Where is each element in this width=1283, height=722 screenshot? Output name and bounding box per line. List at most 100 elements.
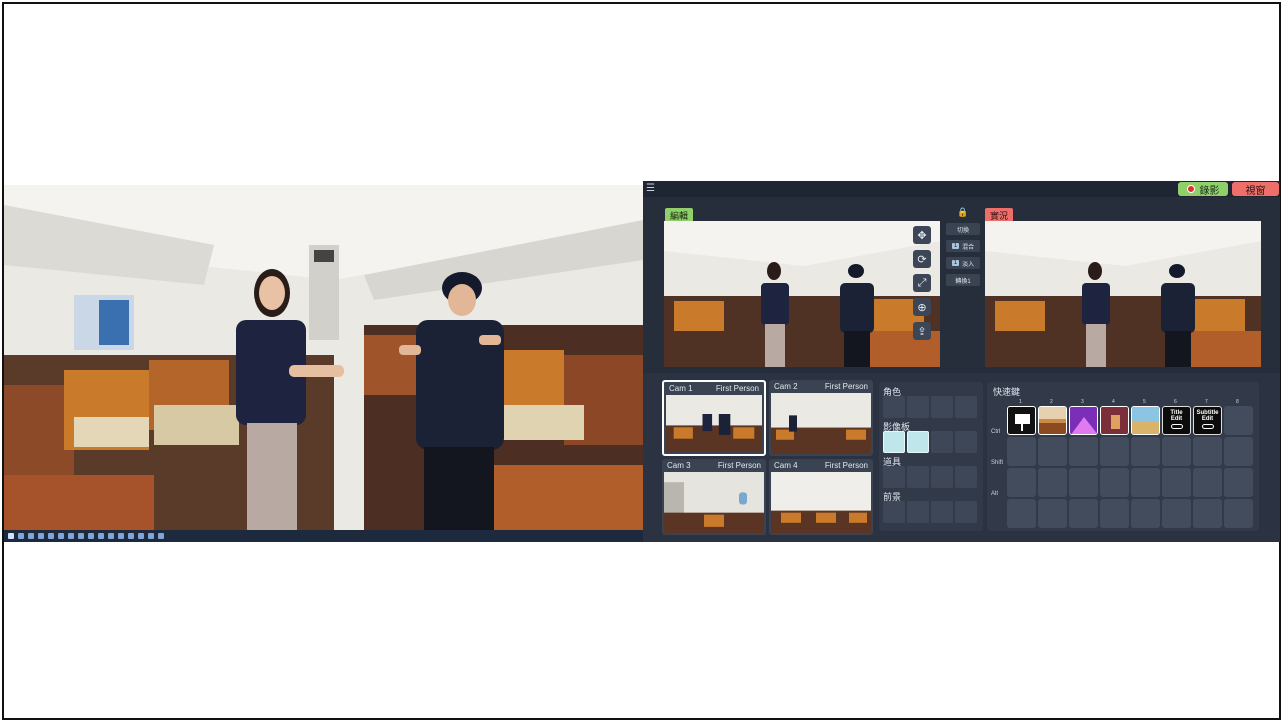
hotkey-slot[interactable]: [1162, 437, 1191, 466]
hotkey-column-number: 8: [1236, 399, 1239, 405]
program-output-screen: [4, 185, 643, 542]
foreground-slot[interactable]: [931, 501, 953, 523]
search-icon[interactable]: [18, 533, 24, 539]
hotkey-column-number: 6: [1174, 399, 1177, 405]
camera-thumbnail: [664, 472, 764, 533]
camera-thumbnail: [771, 472, 871, 533]
hotkey-slot[interactable]: [1193, 468, 1222, 497]
video-board-title: 影像板: [883, 422, 911, 432]
hotkey-column-number: 1: [1019, 399, 1022, 405]
hotkey-outdoor-scene[interactable]: [1131, 406, 1160, 435]
hotkey-hall-scene[interactable]: [1100, 406, 1129, 435]
store-icon[interactable]: [58, 533, 64, 539]
camera-thumbnail: [666, 395, 762, 452]
foreground-slot[interactable]: [907, 501, 929, 523]
app-icon[interactable]: [148, 533, 154, 539]
foreground-slot[interactable]: [883, 501, 905, 523]
hotkey-slot[interactable]: [1131, 437, 1160, 466]
camera-card-4[interactable]: Cam 4 First Person: [769, 459, 873, 535]
toggle-icon: [1170, 424, 1183, 429]
title-edit-line2: Edit: [1170, 416, 1183, 422]
hotkey-slot[interactable]: [1100, 437, 1129, 466]
hotkey-column-number: 4: [1112, 399, 1115, 405]
prop-slot[interactable]: [931, 466, 953, 488]
character-slot[interactable]: [907, 396, 929, 418]
hotkey-slot[interactable]: [1100, 468, 1129, 497]
hotkey-slot[interactable]: [1069, 499, 1098, 528]
hotkey-cabin-scene[interactable]: [1038, 406, 1067, 435]
hotkey-slot[interactable]: [1007, 499, 1036, 528]
hotkey-slot[interactable]: [1224, 468, 1253, 497]
foreground-slot[interactable]: [955, 501, 977, 523]
hotkey-slot[interactable]: [1224, 406, 1253, 435]
app-icon[interactable]: [108, 533, 114, 539]
app-icon[interactable]: [138, 533, 144, 539]
hotkey-row-label: Shift: [991, 460, 1004, 466]
character-slot[interactable]: [931, 396, 953, 418]
folder-icon[interactable]: [48, 533, 54, 539]
characters-title: 角色: [883, 387, 902, 397]
hotkey-row-label: Ctrl: [991, 429, 1001, 435]
character-slot[interactable]: [883, 396, 905, 418]
foreground-title: 前景: [883, 492, 902, 502]
hotkey-slot[interactable]: [1069, 468, 1098, 497]
camera-card-3[interactable]: Cam 3 First Person: [662, 459, 766, 535]
hotkey-slot[interactable]: [1038, 468, 1067, 497]
hotkey-slot[interactable]: [1193, 499, 1222, 528]
hotkey-column-number: 3: [1081, 399, 1084, 405]
app-overlay: Cam 1 First Person Cam 2 First Person Cam …: [643, 181, 1280, 542]
hotkey-slot[interactable]: [1038, 499, 1067, 528]
hotkey-slot[interactable]: [1007, 468, 1036, 497]
app-icon[interactable]: [118, 533, 124, 539]
edge-icon[interactable]: [38, 533, 44, 539]
prop-slot[interactable]: [883, 466, 905, 488]
asset-panel: 角色 影像板 道具 前景: [879, 382, 983, 531]
hotkey-row-label: Alt: [991, 491, 999, 497]
hotkey-slot[interactable]: [1131, 499, 1160, 528]
camera-name: Cam 4: [774, 461, 798, 470]
mail-icon[interactable]: [68, 533, 74, 539]
camera-name: Cam 3: [667, 461, 691, 470]
hotkey-column-number: 2: [1050, 399, 1053, 405]
camera-mode: First Person: [824, 461, 868, 470]
camera-thumbnail: [771, 393, 871, 454]
hotkey-slot[interactable]: [1131, 468, 1160, 497]
chrome-icon[interactable]: [88, 533, 94, 539]
hotkey-slot[interactable]: [1224, 499, 1253, 528]
hotkey-slot[interactable]: [1193, 437, 1222, 466]
hotkey-purple-scene[interactable]: [1069, 406, 1098, 435]
camera-card-1[interactable]: Cam 1 First Person: [662, 380, 766, 456]
subtitle-edit-line2: Edit: [1201, 416, 1214, 422]
hotkey-slot[interactable]: [1162, 499, 1191, 528]
hotkey-column-number: 7: [1205, 399, 1208, 405]
camera-mode: First Person: [824, 382, 868, 391]
hotkey-slot[interactable]: [1100, 499, 1129, 528]
camera-name: Cam 1: [669, 384, 693, 393]
start-icon[interactable]: [8, 533, 14, 539]
hotkey-slot[interactable]: [1038, 437, 1067, 466]
hotkey-slot[interactable]: [1069, 437, 1098, 466]
taskview-icon[interactable]: [28, 533, 34, 539]
hotkey-slot[interactable]: [1007, 437, 1036, 466]
camera-mode: First Person: [715, 384, 759, 393]
hotkey-slot[interactable]: [1224, 437, 1253, 466]
app-icon[interactable]: [158, 533, 164, 539]
hotkey-slot[interactable]: [1162, 468, 1191, 497]
video-board-slot[interactable]: [907, 431, 929, 453]
camera-name: Cam 2: [774, 382, 798, 391]
app-icon[interactable]: [78, 533, 84, 539]
app-icon[interactable]: [98, 533, 104, 539]
hotkey-subtitle-edit[interactable]: Subtitle Edit: [1193, 406, 1222, 435]
video-board-slot[interactable]: [883, 431, 905, 453]
video-board-slot[interactable]: [931, 431, 953, 453]
app-icon[interactable]: [128, 533, 134, 539]
prop-slot[interactable]: [955, 466, 977, 488]
camera-mode: First Person: [717, 461, 761, 470]
video-board-slot[interactable]: [955, 431, 977, 453]
hotkey-title-edit[interactable]: Title Edit: [1162, 406, 1191, 435]
character-slot[interactable]: [955, 396, 977, 418]
hotkey-column-number: 5: [1143, 399, 1146, 405]
hotkey-sign-scene[interactable]: [1007, 406, 1036, 435]
prop-slot[interactable]: [907, 466, 929, 488]
camera-card-2[interactable]: Cam 2 First Person: [769, 380, 873, 456]
